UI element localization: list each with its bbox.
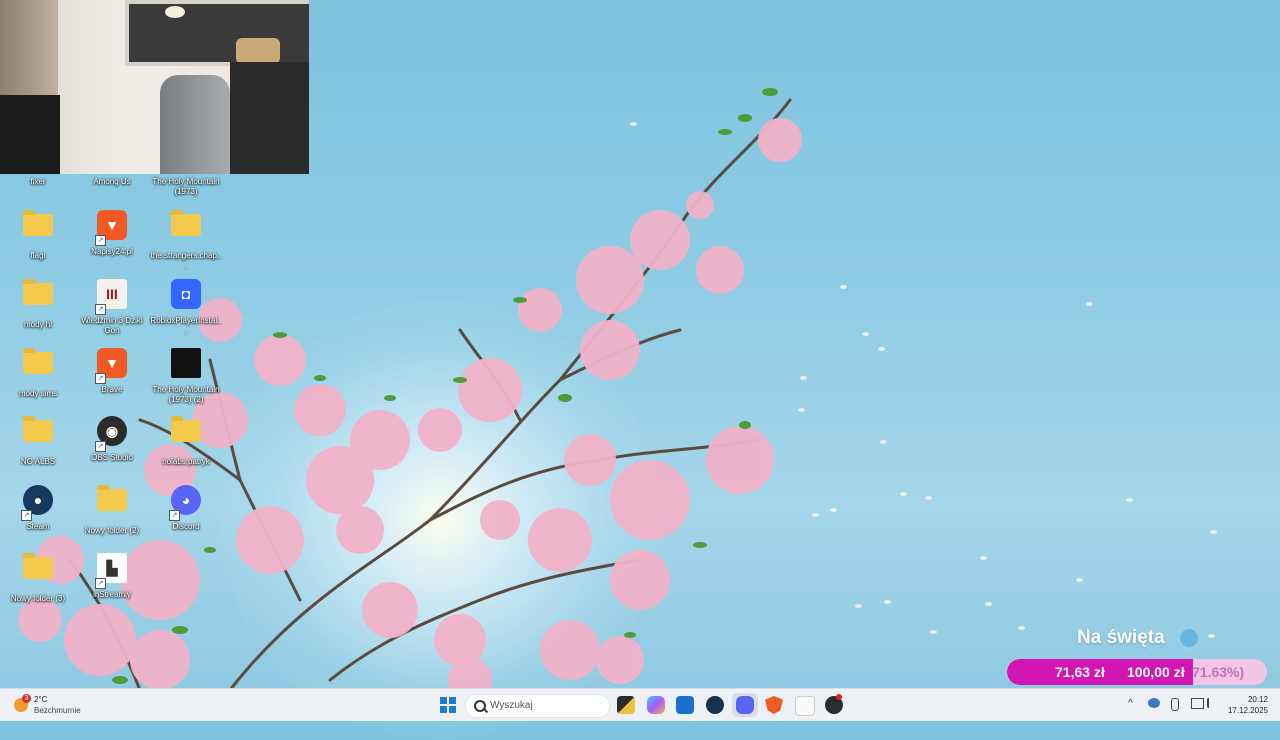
file-explorer-icon[interactable] bbox=[617, 696, 635, 714]
shortcut-arrow-icon: ↗ bbox=[95, 578, 106, 589]
desktop-icon[interactable]: NO ALBS bbox=[2, 414, 74, 467]
desktop-icon-label: Nowy folder (3) bbox=[10, 594, 66, 603]
weather-desc: Bezchmurnie bbox=[34, 706, 81, 715]
folder-icon bbox=[171, 416, 201, 442]
goal-title: Na święta bbox=[1077, 627, 1165, 648]
desktop-icon[interactable]: flagi bbox=[2, 208, 74, 261]
desktop-icon-label: Brave bbox=[101, 385, 123, 394]
instreamly-icon[interactable] bbox=[795, 696, 815, 716]
microsoft-store-icon[interactable] bbox=[676, 696, 694, 714]
desktop-icon-label: The Holy Mountain (1973) bbox=[152, 177, 220, 196]
obs-icon[interactable] bbox=[825, 694, 843, 714]
desktop-icon[interactable]: ▼ ↗ Napisy24.pl bbox=[76, 208, 148, 257]
clock-date: 17.12.2025 bbox=[1227, 706, 1268, 715]
goal-current: 71,63 zł bbox=[1055, 664, 1105, 680]
shortcut-arrow-icon: ↗ bbox=[95, 373, 106, 384]
steam-icon[interactable] bbox=[706, 696, 724, 714]
folder-icon bbox=[23, 279, 53, 305]
taskbar-search[interactable]: Wyszukaj bbox=[465, 694, 610, 718]
desktop-icon-label: Nowy folder (2) bbox=[84, 526, 140, 535]
taskbar-clock[interactable]: 20:12 17.12.2025 bbox=[1228, 694, 1268, 716]
desktop-icon-label: NO ALBS bbox=[20, 457, 56, 466]
desktop-icon[interactable]: ◘ RobloxPlayerInstal... bbox=[150, 277, 222, 336]
desktop-icon-label: OBS Studio bbox=[91, 453, 133, 462]
desktop-icon[interactable]: mody hl bbox=[2, 277, 74, 330]
desktop-icon[interactable]: III ↗ Wiedźmin 3 Dziki Gon bbox=[76, 277, 148, 336]
microphone-icon[interactable] bbox=[1171, 698, 1179, 711]
folder-icon bbox=[171, 210, 201, 236]
onedrive-icon[interactable] bbox=[1148, 698, 1160, 708]
desktop-icon[interactable]: Nowy folder (3) bbox=[2, 551, 74, 604]
shortcut-arrow-icon: ↗ bbox=[169, 510, 180, 521]
desktop-icon-label: the.strangers.chap... bbox=[150, 251, 222, 270]
start-button[interactable] bbox=[440, 697, 456, 713]
desktop-icon-label: RobloxPlayerInstal... bbox=[150, 316, 222, 335]
weather-temp: 2°C bbox=[34, 695, 48, 704]
volume-icon[interactable] bbox=[1207, 698, 1219, 708]
desktop-icon-label: Napisy24.pl bbox=[91, 247, 133, 256]
search-icon bbox=[474, 700, 486, 712]
desktop-icon[interactable]: ▙ ↗ inStreamly bbox=[76, 551, 148, 600]
notification-badge: 3 bbox=[22, 694, 31, 703]
desktop-icon-label: flagi bbox=[30, 251, 46, 260]
discord-icon[interactable] bbox=[732, 693, 758, 717]
desktop-icon-label: Discord bbox=[172, 522, 200, 531]
desktop-icon[interactable]: The Holy Mountain (1973) bbox=[150, 140, 222, 197]
network-icon[interactable] bbox=[1191, 698, 1204, 709]
roblox-icon: ◘ bbox=[171, 279, 201, 309]
desktop-icon[interactable]: ◕ ↗ Discord bbox=[150, 483, 222, 532]
goal-target: 100,00 zł bbox=[1127, 664, 1185, 680]
clock-time: 20:12 bbox=[1247, 695, 1268, 704]
desktop-icon[interactable]: ● ↗ Steam bbox=[2, 483, 74, 532]
shortcut-arrow-icon: ↗ bbox=[95, 441, 106, 452]
shortcut-arrow-icon: ↗ bbox=[21, 510, 32, 521]
desktop-icon[interactable]: Nowy folder (2) bbox=[76, 483, 148, 536]
desktop-icon-label: mody sims bbox=[18, 389, 58, 398]
desktop-icon[interactable]: fixer bbox=[2, 140, 74, 187]
folder-icon bbox=[23, 416, 53, 442]
desktop-icon[interactable]: Among Us bbox=[76, 140, 148, 187]
brave-icon[interactable] bbox=[765, 696, 783, 714]
desktop-icon-label: fixer bbox=[30, 177, 46, 186]
goal-percent: 71.63%) bbox=[1192, 664, 1245, 680]
search-placeholder: Wyszukaj bbox=[490, 700, 533, 711]
desktop-icon[interactable]: ▼ ↗ Brave bbox=[76, 346, 148, 395]
desktop-icon-label: nolabs.patryk bbox=[162, 457, 210, 466]
desktop-icon-label: mody hl bbox=[23, 320, 52, 329]
desktop-icon[interactable]: mody sims bbox=[2, 346, 74, 399]
taskbar: 3 2°C Bezchmurnie Wyszukaj ^ 20:12 17.12… bbox=[0, 688, 1280, 721]
folder-icon bbox=[97, 485, 127, 511]
shortcut-arrow-icon: ↗ bbox=[95, 235, 106, 246]
folder-icon bbox=[23, 553, 53, 579]
tray-chevron-icon[interactable]: ^ bbox=[1128, 698, 1133, 709]
desktop-icon-label: Among Us bbox=[93, 177, 131, 186]
weather-widget[interactable]: 3 2°C Bezchmurnie bbox=[10, 693, 130, 717]
desktop-icon[interactable]: ◉ ↗ OBS Studio bbox=[76, 414, 148, 463]
desktop-icon-label: Wiedźmin 3 Dziki Gon bbox=[81, 316, 143, 335]
desktop-icon[interactable]: nolabs.patryk bbox=[150, 414, 222, 467]
shortcut-arrow-icon: ↗ bbox=[95, 304, 106, 315]
desktop-icon-label: The Holy Mountain (1973) (2) bbox=[152, 385, 220, 404]
video-file-icon bbox=[171, 348, 201, 378]
desktop-icon-label: inStreamly bbox=[93, 590, 131, 599]
desktop-icon-label: Steam bbox=[26, 522, 50, 531]
snowflake-icon bbox=[1180, 629, 1198, 647]
desktop-icon[interactable]: the.strangers.chap... bbox=[150, 208, 222, 271]
goal-progress-bar: 71,63 zł 100,00 zł 71.63%) bbox=[1007, 659, 1267, 685]
folder-icon bbox=[23, 210, 53, 236]
copilot-icon[interactable] bbox=[647, 696, 665, 714]
folder-icon bbox=[23, 348, 53, 374]
desktop-icon[interactable]: The Holy Mountain (1973) (2) bbox=[150, 346, 222, 405]
